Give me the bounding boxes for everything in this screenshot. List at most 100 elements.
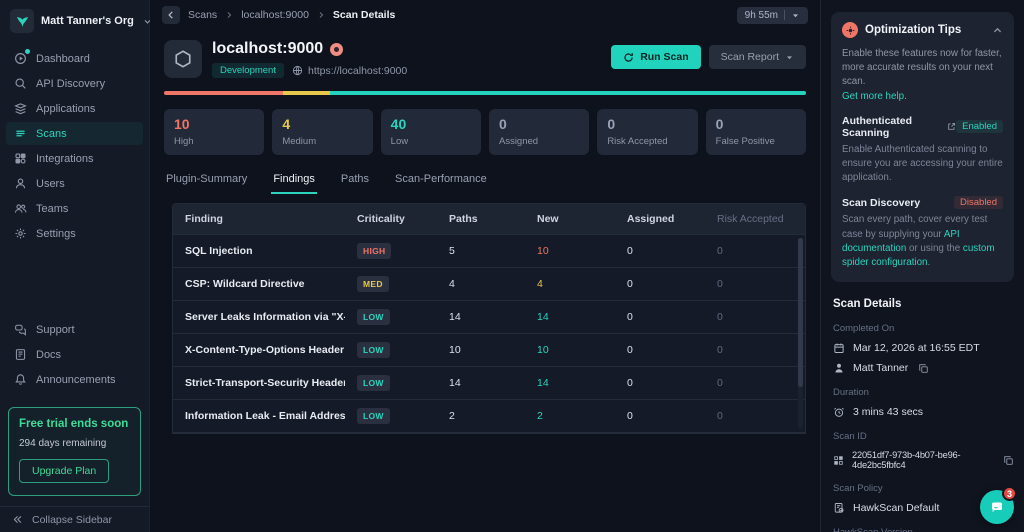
severity-segment xyxy=(164,91,283,95)
criticality-badge: LOW xyxy=(357,375,390,391)
optimization-tips-card: Optimization Tips Enable these features … xyxy=(831,12,1014,283)
new-count: 2 xyxy=(537,410,543,422)
tab[interactable]: Plugin-Summary xyxy=(164,169,249,194)
table-scrollbar-thumb[interactable] xyxy=(798,238,803,387)
stat-label: Medium xyxy=(282,136,317,147)
caret-down-icon xyxy=(785,53,794,62)
sidebar-item-label: Users xyxy=(36,177,65,190)
stat-card[interactable]: 10 High xyxy=(164,109,265,155)
chevron-up-icon[interactable] xyxy=(992,25,1003,36)
risk-accepted-count: 0 xyxy=(717,410,723,422)
column-header-risk-accepted[interactable]: Risk Accepted xyxy=(705,213,805,225)
copy-icon[interactable] xyxy=(1003,455,1014,466)
optimization-tips-icon xyxy=(842,22,858,38)
tabs: Plugin-Summary Findings Paths Scan-Performa… xyxy=(164,169,806,194)
stat-label: False Positive xyxy=(715,136,775,147)
table-row[interactable]: Information Leak - Email Address LOW 2 2… xyxy=(173,400,805,433)
new-count: 14 xyxy=(537,377,549,389)
severity-segment xyxy=(282,91,331,95)
finding-name-link[interactable]: X-Content-Type-Options Header Miss... xyxy=(173,344,345,356)
criticality-badge: MED xyxy=(357,276,389,292)
sidebar-item-label: Announcements xyxy=(36,373,116,386)
sidebar-item-applications[interactable]: Applications xyxy=(6,97,143,120)
stat-label: Low xyxy=(390,136,409,147)
sidebar-item-scans[interactable]: Scans xyxy=(6,122,143,145)
globe-icon xyxy=(292,65,303,76)
sidebar: Matt Tanner's Org Dashboard API Discover… xyxy=(0,0,151,532)
scan-timer-dropdown[interactable]: 9h 55m xyxy=(736,6,808,24)
authenticated-scanning-desc: Enable Authenticated scanning to ensure … xyxy=(842,143,1003,184)
stat-card[interactable]: 4 Medium xyxy=(272,109,373,155)
sidebar-item-label: Dashboard xyxy=(36,52,90,65)
stat-card[interactable]: 0 False Positive xyxy=(705,109,806,155)
sidebar-item-docs[interactable]: Docs xyxy=(6,343,143,366)
column-header-criticality[interactable]: Criticality xyxy=(345,213,437,225)
risk-accepted-count: 0 xyxy=(717,344,723,356)
column-header-assigned[interactable]: Assigned xyxy=(615,213,705,225)
breadcrumb-app[interactable]: localhost:9000 xyxy=(241,9,309,21)
finding-name-link[interactable]: SQL Injection xyxy=(173,245,345,257)
duration-label: Duration xyxy=(833,387,869,399)
app-url-link[interactable]: https://localhost:9000 xyxy=(292,65,407,77)
table-row[interactable]: CSP: Wildcard Directive MED 4 4 0 0 xyxy=(173,268,805,301)
breadcrumb-scans[interactable]: Scans xyxy=(188,9,217,21)
assigned-count: 0 xyxy=(627,410,633,422)
finding-name-link[interactable]: Server Leaks Information via "X-Powe... xyxy=(173,311,345,323)
collapse-sidebar-button[interactable]: Collapse Sidebar xyxy=(0,506,149,532)
back-button[interactable] xyxy=(162,6,180,24)
alert-badge-icon[interactable] xyxy=(330,42,344,56)
status-badge-enabled: Enabled xyxy=(956,120,1003,134)
collapse-chevrons-icon xyxy=(12,514,23,525)
stat-label: Assigned xyxy=(498,136,539,147)
stat-label: High xyxy=(174,136,194,147)
applications-icon xyxy=(14,102,27,115)
stat-card[interactable]: 0 Risk Accepted xyxy=(597,109,698,155)
tab[interactable]: Scan-Performance xyxy=(393,169,489,194)
sidebar-nav: Dashboard API Discovery Applications Sca… xyxy=(0,41,149,253)
scan-report-button[interactable]: Scan Report xyxy=(708,45,806,69)
finding-name-link[interactable]: Information Leak - Email Address xyxy=(173,410,345,422)
stat-value: 0 xyxy=(607,116,616,132)
announcements-bell-icon xyxy=(14,373,27,386)
sidebar-item-settings[interactable]: Settings xyxy=(6,222,143,245)
free-trial-banner: Free trial ends soon 294 days remaining … xyxy=(8,407,141,496)
column-header-paths[interactable]: Paths xyxy=(437,213,525,225)
sidebar-item-label: Applications xyxy=(36,102,96,115)
sidebar-item-label: Scans xyxy=(36,127,67,140)
table-row[interactable]: X-Content-Type-Options Header Miss... LO… xyxy=(173,334,805,367)
stat-card[interactable]: 40 Low xyxy=(380,109,481,155)
integrations-icon xyxy=(14,152,27,165)
table-row[interactable]: SQL Injection HIGH 5 10 0 0 xyxy=(173,235,805,268)
sidebar-item-integrations[interactable]: Integrations xyxy=(6,147,143,170)
tab[interactable]: Findings xyxy=(271,169,317,194)
sidebar-item-teams[interactable]: Teams xyxy=(6,197,143,220)
run-scan-button[interactable]: Run Scan xyxy=(611,45,701,69)
tab[interactable]: Paths xyxy=(339,169,371,194)
finding-name-link[interactable]: Strict-Transport-Security Header Not ... xyxy=(173,377,345,389)
finding-name-link[interactable]: CSP: Wildcard Directive xyxy=(173,278,345,290)
table-row[interactable]: Server Leaks Information via "X-Powe... … xyxy=(173,301,805,334)
duration-value: 3 mins 43 secs xyxy=(853,406,924,419)
upgrade-plan-button[interactable]: Upgrade Plan xyxy=(19,459,110,483)
column-header-finding[interactable]: Finding xyxy=(173,213,345,225)
stat-card[interactable]: 0 Assigned xyxy=(488,109,590,155)
sidebar-item-dashboard[interactable]: Dashboard xyxy=(6,47,143,70)
sidebar-footer-nav: Support Docs Announcements xyxy=(0,312,149,399)
chat-widget-button[interactable]: 3 xyxy=(980,486,1017,524)
authenticated-scanning-title: Authenticated Scanning xyxy=(842,114,913,139)
external-link-icon[interactable] xyxy=(947,122,956,131)
assigned-count: 0 xyxy=(627,377,633,389)
copy-icon[interactable] xyxy=(918,363,929,374)
table-row[interactable]: Strict-Transport-Security Header Not ...… xyxy=(173,367,805,400)
sidebar-item-support[interactable]: Support xyxy=(6,318,143,341)
stats-row: 10 High 4 Medium 40 Low 0 Assigned 0 Ris… xyxy=(164,109,806,155)
column-header-new[interactable]: New xyxy=(525,213,615,225)
findings-table: Finding Criticality Paths New Assigned R… xyxy=(172,203,806,434)
table-header-row: Finding Criticality Paths New Assigned R… xyxy=(173,204,805,235)
application-hexagon-icon xyxy=(164,40,202,78)
get-more-help-link[interactable]: Get more help. xyxy=(842,91,907,102)
sidebar-item-announcements[interactable]: Announcements xyxy=(6,368,143,391)
org-switcher[interactable]: Matt Tanner's Org xyxy=(0,0,151,41)
sidebar-item-users[interactable]: Users xyxy=(6,172,143,195)
sidebar-item-api-discovery[interactable]: API Discovery xyxy=(6,72,143,95)
